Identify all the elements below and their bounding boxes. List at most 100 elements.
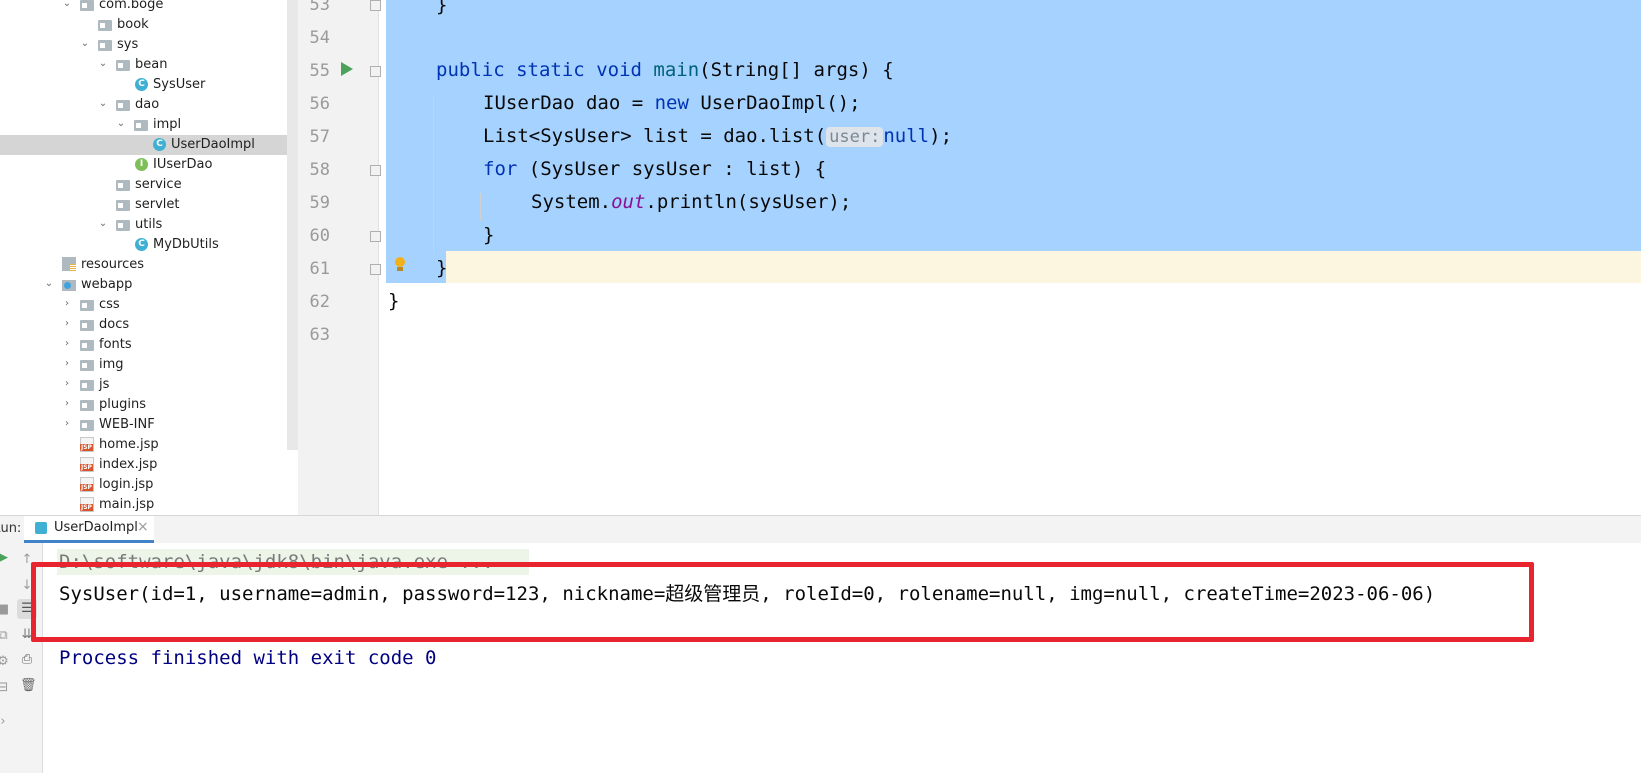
folder-icon <box>80 297 96 313</box>
tree-item-main-jsp[interactable]: main.jsp <box>0 495 298 515</box>
line-number: 56 <box>309 94 330 114</box>
settings-icon[interactable]: ⚙ <box>0 655 10 669</box>
tree-item-webapp[interactable]: ⌄ webapp <box>0 275 298 295</box>
caret-row <box>446 251 1641 283</box>
code-line-59: System.out.println(sysUser); <box>531 191 852 213</box>
tree-item-dao[interactable]: ⌄ dao <box>0 95 298 115</box>
tree-item-sys[interactable]: ⌄ sys <box>0 35 298 55</box>
tree-item-mydbutils[interactable]: C MyDbUtils <box>0 235 298 255</box>
process-finished-line: Process finished with exit code 0 <box>59 647 437 669</box>
code-line-53: } <box>436 0 448 16</box>
line-number: 54 <box>309 28 330 48</box>
resources-folder-icon <box>62 257 78 273</box>
tree-scrollbar[interactable] <box>287 0 298 450</box>
chevron-right-icon[interactable]: › <box>62 357 72 371</box>
chevron-down-icon[interactable]: ⌄ <box>44 277 54 291</box>
tree-item-utils[interactable]: ⌄ utils <box>0 215 298 235</box>
code-line-62: } <box>388 290 400 312</box>
chevron-down-icon[interactable]: ⌄ <box>62 0 72 11</box>
chevron-right-icon[interactable]: › <box>62 417 72 431</box>
web-folder-icon <box>62 277 78 293</box>
lightbulb-icon[interactable] <box>393 255 407 273</box>
folder-icon <box>80 337 96 353</box>
class-icon: C <box>152 137 168 153</box>
run-tab-userdaoimpl[interactable]: UserDaoImpl × <box>24 516 154 543</box>
chevron-down-icon[interactable]: ⌄ <box>98 97 108 111</box>
fold-marker-icon[interactable] <box>370 264 381 275</box>
tree-item-fonts[interactable]: › fonts <box>0 335 298 355</box>
line-number: 55 <box>309 61 330 81</box>
tree-item-resources[interactable]: resources <box>0 255 298 275</box>
chevron-down-icon[interactable]: ⌄ <box>80 37 90 51</box>
tree-item-img[interactable]: › img <box>0 355 298 375</box>
tree-item-docs[interactable]: › docs <box>0 315 298 335</box>
tree-item-login-jsp[interactable]: login.jsp <box>0 475 298 495</box>
rerun-icon[interactable]: ▶ <box>0 551 10 565</box>
package-folder-icon <box>116 97 132 113</box>
tree-item-js[interactable]: › js <box>0 375 298 395</box>
stop-icon[interactable]: ■ <box>0 603 10 617</box>
tree-item-web-inf[interactable]: › WEB-INF <box>0 415 298 435</box>
package-folder-icon <box>116 177 132 193</box>
folder-icon <box>80 377 96 393</box>
line-number: 62 <box>309 292 330 312</box>
package-folder-icon <box>116 217 132 233</box>
line-number: 53 <box>309 0 330 15</box>
more-icon[interactable]: › <box>0 715 10 729</box>
code-line-61: } <box>436 257 448 279</box>
tree-item-index-jsp[interactable]: index.jsp <box>0 455 298 475</box>
package-folder-icon <box>134 117 150 133</box>
chevron-down-icon[interactable]: ⌄ <box>116 117 126 131</box>
interface-icon: I <box>134 157 150 173</box>
chevron-right-icon[interactable]: › <box>62 317 72 331</box>
jsp-file-icon <box>80 437 96 453</box>
fold-marker-icon[interactable] <box>370 165 381 176</box>
line-number: 59 <box>309 193 330 213</box>
close-tab-icon[interactable]: × <box>137 519 149 535</box>
project-tree: ⌄ com.boge book ⌄ sys ⌄ bean C SysUser ⌄… <box>0 0 298 515</box>
indent-guide <box>433 94 434 254</box>
pin-icon[interactable]: ⊟ <box>0 681 10 695</box>
layout-icon[interactable]: ⧉ <box>0 629 10 643</box>
run-gutter-icon[interactable] <box>340 61 354 77</box>
package-folder-icon <box>98 17 114 33</box>
tree-item-com-boge[interactable]: ⌄ com.boge <box>0 0 298 15</box>
folder-icon <box>80 317 96 333</box>
jsp-file-icon <box>80 457 96 473</box>
tree-item-css[interactable]: › css <box>0 295 298 315</box>
tree-item-iuserdao[interactable]: I IUserDao <box>0 155 298 175</box>
run-config-icon <box>35 522 47 534</box>
folder-icon <box>80 417 96 433</box>
chevron-right-icon[interactable]: › <box>62 377 72 391</box>
fold-marker-icon[interactable] <box>370 66 381 77</box>
tree-item-servlet[interactable]: servlet <box>0 195 298 215</box>
class-icon: C <box>134 237 150 253</box>
chevron-down-icon[interactable]: ⌄ <box>98 217 108 231</box>
fold-marker-icon[interactable] <box>370 231 381 242</box>
tree-item-bean[interactable]: ⌄ bean <box>0 55 298 75</box>
tree-item-home-jsp[interactable]: home.jsp <box>0 435 298 455</box>
tree-item-book[interactable]: book <box>0 15 298 35</box>
chevron-right-icon[interactable]: › <box>62 297 72 311</box>
tree-item-impl[interactable]: ⌄ impl <box>0 115 298 135</box>
folder-icon <box>80 357 96 373</box>
parameter-hint: user: <box>826 127 884 147</box>
print-icon[interactable]: ⎙ <box>20 653 34 667</box>
chevron-right-icon[interactable]: › <box>62 337 72 351</box>
line-number: 57 <box>309 127 330 147</box>
tree-item-service[interactable]: service <box>0 175 298 195</box>
package-folder-icon <box>116 57 132 73</box>
indent-guide <box>480 193 481 221</box>
chevron-right-icon[interactable]: › <box>62 397 72 411</box>
class-icon: C <box>134 77 150 93</box>
tree-item-sysuser[interactable]: C SysUser <box>0 75 298 95</box>
tree-item-plugins[interactable]: › plugins <box>0 395 298 415</box>
line-number: 58 <box>309 160 330 180</box>
fold-marker-icon[interactable] <box>370 0 381 11</box>
line-number: 60 <box>309 226 330 246</box>
line-number: 61 <box>309 259 330 279</box>
tree-item-userdaoimpl[interactable]: C UserDaoImpl <box>0 135 298 155</box>
code-line-56: IUserDao dao = new UserDaoImpl(); <box>483 92 861 114</box>
trash-icon[interactable]: 🗑 <box>20 679 37 693</box>
chevron-down-icon[interactable]: ⌄ <box>98 57 108 71</box>
